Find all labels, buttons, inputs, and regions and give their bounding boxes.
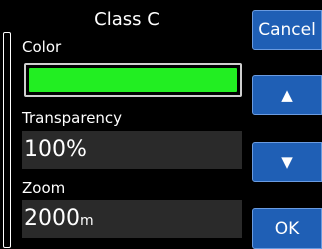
up-arrow-icon: ▲ — [281, 86, 293, 104]
down-arrow-icon: ▼ — [281, 153, 293, 171]
zoom-unit: m — [80, 213, 94, 229]
scrollbar[interactable] — [3, 32, 11, 248]
down-arrow-button[interactable]: ▼ — [252, 142, 322, 182]
zoom-field[interactable]: 2000m — [22, 200, 242, 238]
transparency-label: Transparency — [22, 109, 123, 127]
dialog-title: Class C — [94, 9, 160, 30]
zoom-label: Zoom — [22, 179, 66, 197]
color-swatch-fill — [29, 68, 237, 92]
color-label: Color — [22, 38, 62, 56]
transparency-field[interactable]: 100% — [22, 131, 242, 169]
ok-button[interactable]: OK — [252, 208, 322, 249]
color-picker[interactable] — [24, 63, 242, 97]
transparency-value: 100% — [24, 137, 87, 162]
up-arrow-button[interactable]: ▲ — [252, 75, 322, 115]
zoom-value: 2000 — [24, 206, 80, 231]
cancel-button[interactable]: Cancel — [252, 10, 322, 50]
